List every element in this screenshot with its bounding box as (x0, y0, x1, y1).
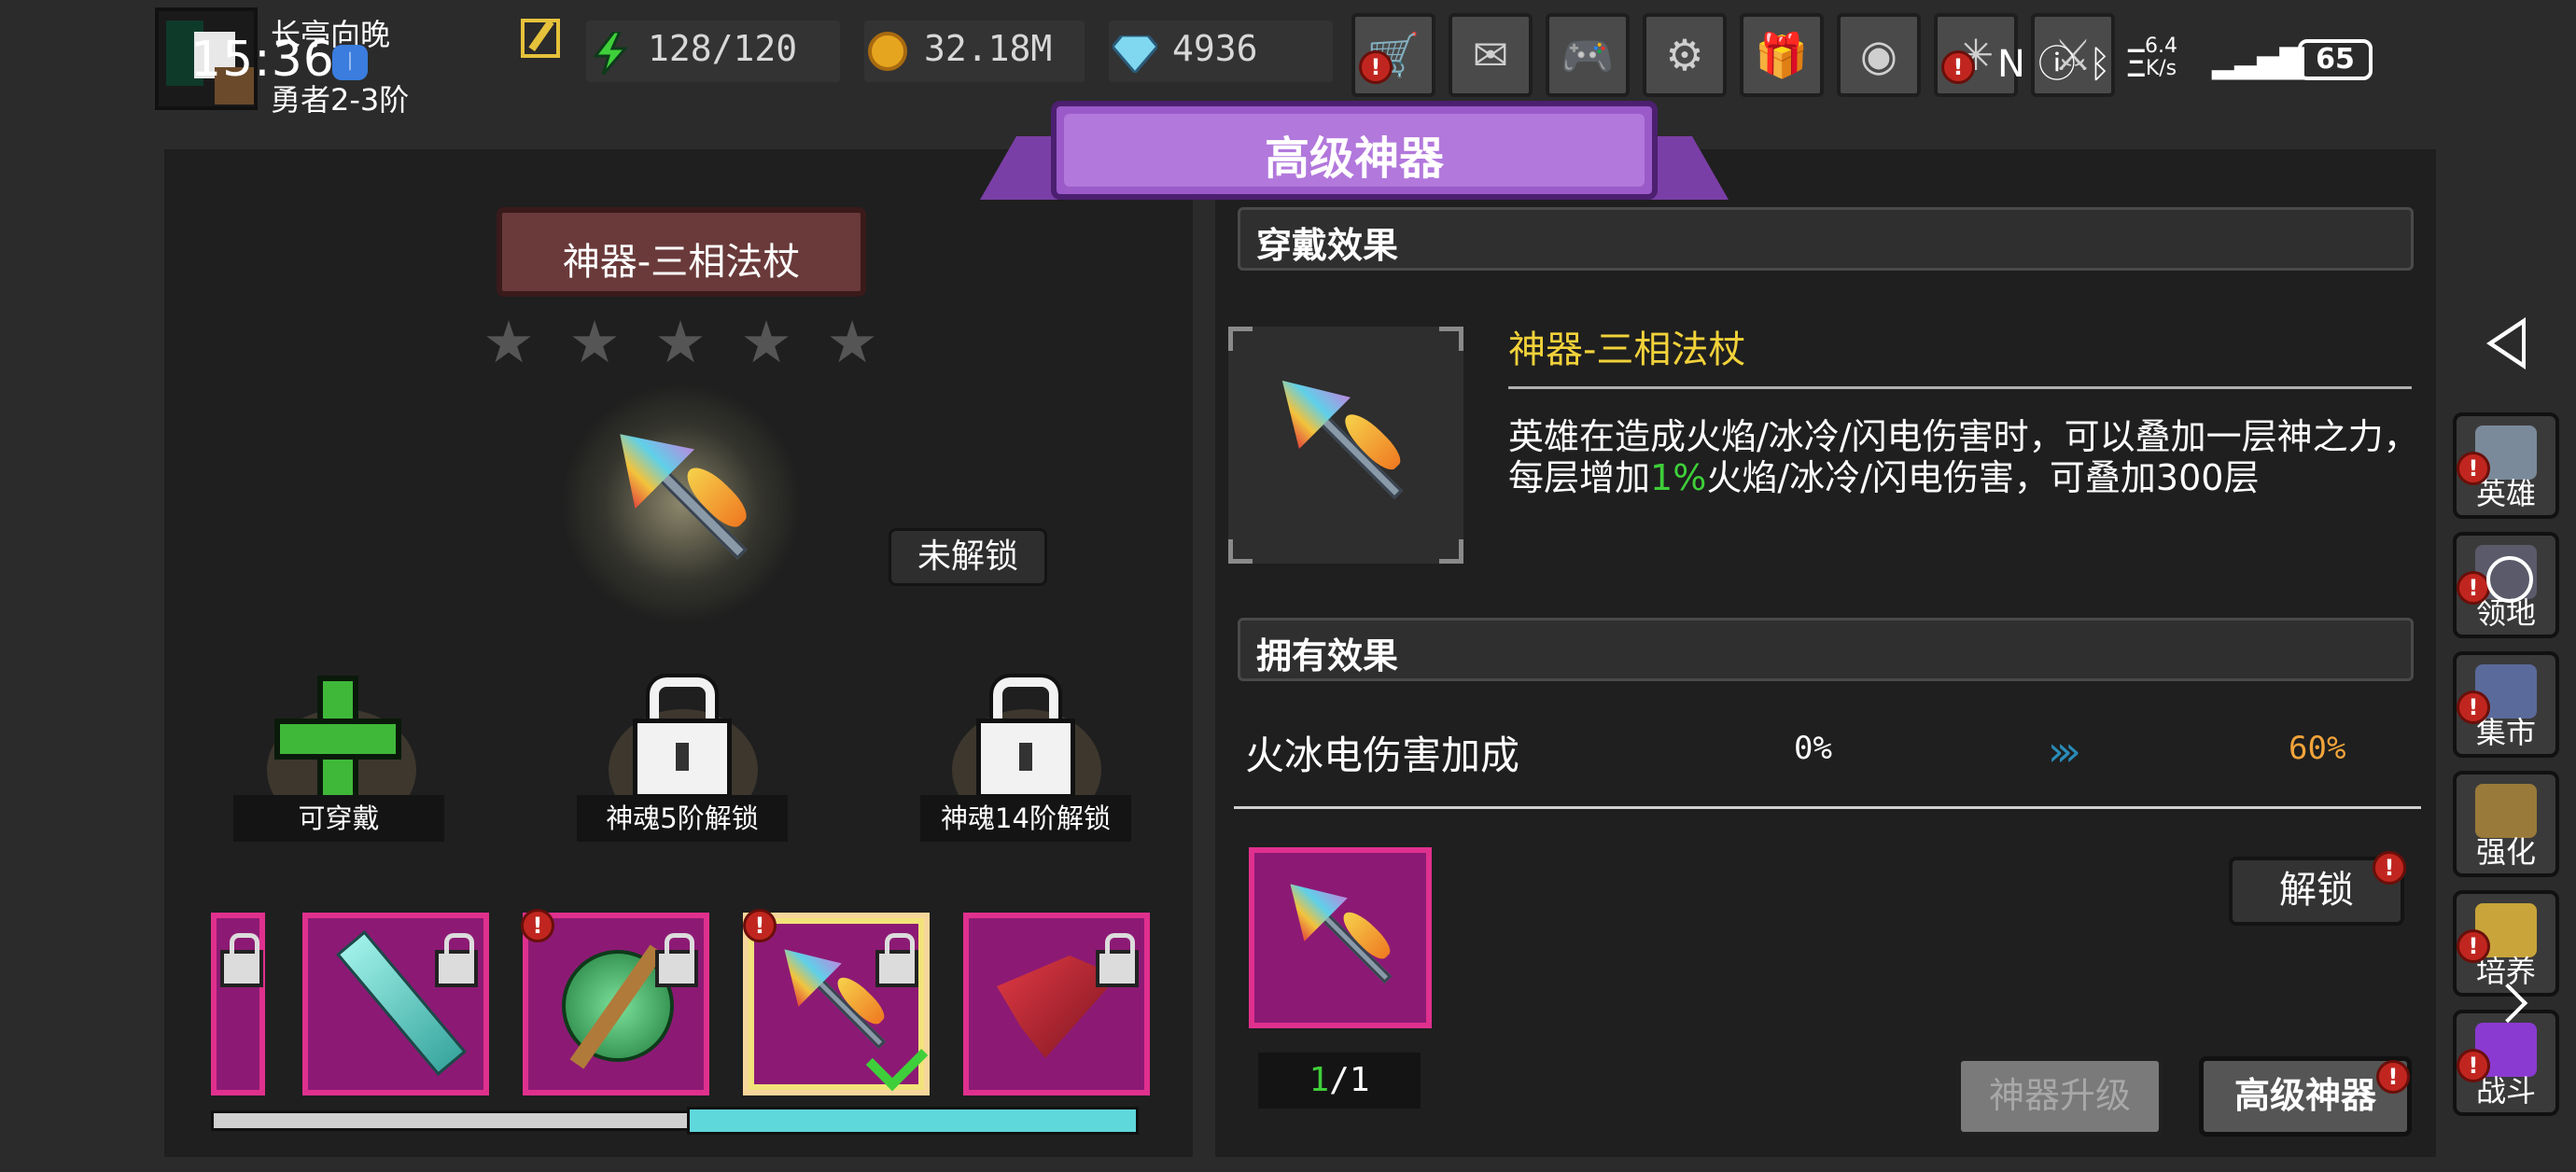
edit-icon[interactable] (521, 19, 560, 58)
own-effect-header (1238, 618, 2414, 681)
double-arrow-icon: »» (2048, 728, 2081, 775)
gems-value: 4936 (1172, 28, 1258, 69)
own-stat-from: 0% (1794, 730, 1832, 767)
wheel-icon: ◉ (1859, 30, 1898, 80)
wheel-button[interactable]: ◉ (1837, 13, 1921, 97)
gem-icon (1113, 35, 1157, 73)
alert-badge: ! (2457, 1049, 2490, 1082)
artifact-thumb-blade[interactable] (963, 913, 1150, 1095)
owned-count-have: 1 (1309, 1061, 1330, 1099)
unlock-status-tag: 未解锁 (889, 528, 1047, 586)
own-divider (1234, 806, 2421, 809)
mail-icon: ✉ (1472, 30, 1509, 80)
alert-badge: ! (1359, 50, 1393, 84)
detail-divider (1508, 386, 2412, 389)
slot-label-wearable: 可穿戴 (233, 795, 444, 842)
lightning-icon (592, 32, 629, 75)
signal-icon: ▂▃▅▇ (2212, 43, 2304, 80)
owned-count-total: 1 (1349, 1061, 1370, 1099)
thumb-scrollbar-thumb[interactable] (687, 1107, 1139, 1135)
wear-effect-title: 穿戴效果 (1256, 225, 1399, 266)
upgrade-artifact-button[interactable]: 神器升级 (1956, 1056, 2163, 1137)
own-stat-label: 火冰电伤害加成 (1245, 732, 1520, 778)
player-rank: 勇者2-3阶 (271, 82, 410, 118)
lock-icon (1096, 933, 1139, 987)
coins-value: 32.18M (924, 28, 1053, 69)
plus-icon-bar[interactable] (274, 719, 401, 760)
alert-badge: ! (2373, 851, 2406, 885)
owned-artifact-thumb[interactable] (1249, 847, 1432, 1028)
side-nav-label: 强化 (2475, 834, 2536, 870)
system-status-icons: NⓘᛒΞ (1997, 43, 2162, 86)
page-title: 高级神器 (1264, 133, 1444, 185)
settings-button[interactable]: ⚙ (1643, 13, 1727, 97)
owned-count-sep: / (1329, 1061, 1350, 1099)
owned-count: 1/1 (1258, 1053, 1421, 1109)
net-speed-value: 6.4 (2145, 35, 2177, 58)
alert-badge: ! (2457, 691, 2490, 724)
mail-button[interactable]: ✉ (1449, 13, 1533, 97)
lock-icon (220, 933, 263, 987)
clock-badge: ᛁ (332, 45, 368, 80)
gamepad-icon: 🎮 (1561, 30, 1615, 80)
detail-artifact-name: 神器-三相法杖 (1508, 328, 1746, 371)
lock-keyhole (676, 743, 689, 771)
detail-description: 英雄在造成火焰/冰冷/闪电伤害时，可以叠加一层神之力，每层增加1%火焰/冰冷/闪… (1508, 416, 2423, 498)
staff-icon (1239, 338, 1450, 549)
lock-keyhole (1019, 743, 1032, 771)
lock-icon (875, 933, 918, 987)
energy-value: 128/120 (648, 28, 798, 69)
settings-icon: ⚙ (1665, 30, 1704, 80)
slot-label-soul5: 神魂5阶解锁 (577, 795, 788, 842)
alert-badge: ! (2457, 571, 2490, 605)
artifact-thumb-partial[interactable] (211, 913, 265, 1095)
net-speed-unit: K/s (2145, 57, 2177, 80)
battery-icon: 65 (2298, 39, 2373, 80)
gamepad-button[interactable]: 🎮 (1546, 13, 1630, 97)
desc-text-2: 火焰/冰冷/闪电伤害，可叠加300层 (1706, 457, 2260, 498)
artifact-thumb-orb[interactable] (523, 913, 709, 1095)
alert-badge: ! (2457, 452, 2490, 485)
artifact-name: 神器-三相法杖 (562, 241, 801, 284)
wear-effect-header (1238, 207, 2414, 271)
lock-icon (655, 933, 698, 987)
gift-button[interactable]: 🎁 (1740, 13, 1824, 97)
gift-icon: 🎁 (1755, 30, 1809, 80)
staff-icon (1254, 848, 1433, 1026)
alert-badge: ! (521, 909, 554, 942)
lock-icon (435, 933, 478, 987)
star-icon: ★ (826, 308, 878, 376)
slot-label-soul14: 神魂14阶解锁 (920, 795, 1131, 842)
alert-badge: ! (2376, 1060, 2410, 1094)
star-icon: ★ (654, 308, 707, 376)
star-icon: ★ (483, 308, 535, 376)
alert-badge: ! (2457, 929, 2490, 963)
home-icon[interactable] (2486, 556, 2533, 603)
own-effect-title: 拥有效果 (1256, 635, 1399, 677)
coin-icon (868, 32, 907, 71)
detail-artifact-frame (1228, 327, 1463, 564)
star-icon: ★ (740, 308, 792, 376)
star-icon: ★ (568, 308, 621, 376)
back-icon[interactable] (2486, 317, 2526, 370)
alert-badge: ! (743, 909, 777, 942)
desc-highlight: 1% (1650, 457, 1707, 498)
side-nav-item-3[interactable]: 强化 (2453, 771, 2559, 877)
own-stat-to: 60% (2289, 730, 2346, 767)
net-speed: 6.4 K/s (2145, 35, 2177, 80)
artifact-thumb-sword[interactable] (302, 913, 489, 1095)
alert-badge: ! (1941, 50, 1975, 84)
